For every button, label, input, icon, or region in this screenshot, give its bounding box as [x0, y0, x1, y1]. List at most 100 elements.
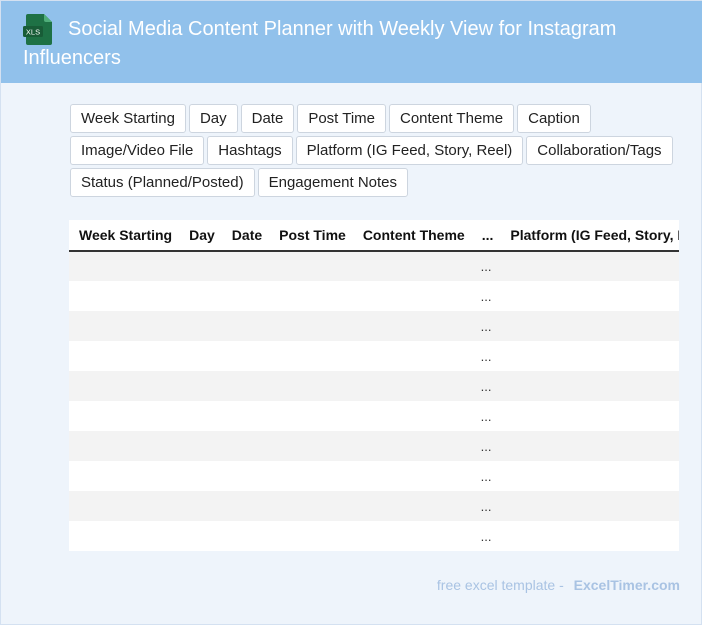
ellipsis-cell[interactable]: ... — [471, 371, 501, 401]
table-cell[interactable] — [352, 431, 472, 461]
column-header[interactable]: ... — [471, 220, 501, 252]
table-cell[interactable] — [221, 251, 270, 281]
ellipsis-cell[interactable]: ... — [471, 461, 501, 491]
table-cell[interactable] — [221, 371, 270, 401]
table-cell[interactable] — [221, 431, 270, 461]
ellipsis-cell[interactable]: ... — [471, 311, 501, 341]
ellipsis-cell[interactable]: ... — [471, 521, 501, 551]
table-cell[interactable] — [221, 401, 270, 431]
table-row: ... — [69, 431, 679, 461]
table-cell[interactable] — [500, 431, 679, 461]
field-chip[interactable]: Status (Planned/Posted) — [70, 168, 255, 197]
table-cell[interactable] — [352, 401, 472, 431]
table-cell[interactable] — [69, 251, 180, 281]
table-cell[interactable] — [221, 341, 270, 371]
table-cell[interactable] — [352, 251, 472, 281]
table-cell[interactable] — [269, 371, 353, 401]
field-chip[interactable]: Day — [188, 104, 238, 133]
field-chip[interactable]: Post Time — [297, 104, 386, 133]
table-cell[interactable] — [69, 491, 180, 521]
table-cell[interactable] — [179, 401, 222, 431]
table-cell[interactable] — [69, 311, 180, 341]
column-header[interactable]: Post Time — [269, 220, 353, 252]
table-cell[interactable] — [500, 251, 679, 281]
table-cell[interactable] — [221, 281, 270, 311]
table-cell[interactable] — [269, 311, 353, 341]
table-cell[interactable] — [221, 311, 270, 341]
field-chip[interactable]: Content Theme — [389, 104, 515, 133]
table-cell[interactable] — [179, 371, 222, 401]
ellipsis-cell[interactable]: ... — [471, 491, 501, 521]
table-cell[interactable] — [500, 341, 679, 371]
header-bar: XLS Social Media Content Planner with We… — [1, 1, 702, 83]
field-chip[interactable]: Week Starting — [70, 104, 186, 133]
table-cell[interactable] — [221, 521, 270, 551]
table-cell[interactable] — [69, 341, 180, 371]
table-cell[interactable] — [269, 461, 353, 491]
table-cell[interactable] — [69, 281, 180, 311]
table-cell[interactable] — [352, 341, 472, 371]
field-chip[interactable]: Hashtags — [207, 136, 293, 165]
ellipsis-cell[interactable]: ... — [471, 341, 501, 371]
table-cell[interactable] — [500, 311, 679, 341]
table-cell[interactable] — [352, 461, 472, 491]
table-cell[interactable] — [269, 521, 353, 551]
table-cell[interactable] — [179, 251, 222, 281]
column-header[interactable]: Day — [179, 220, 222, 252]
field-chip[interactable]: Platform (IG Feed, Story, Reel) — [295, 136, 524, 165]
table-cell[interactable] — [179, 461, 222, 491]
table-row: ... — [69, 371, 679, 401]
table-cell[interactable] — [179, 311, 222, 341]
table-cell[interactable] — [69, 521, 180, 551]
table-cell[interactable] — [269, 281, 353, 311]
table-cell[interactable] — [352, 281, 472, 311]
table-cell[interactable] — [69, 371, 180, 401]
field-chip[interactable]: Date — [240, 104, 295, 133]
table-cell[interactable] — [352, 491, 472, 521]
table-cell[interactable] — [352, 521, 472, 551]
table-cell[interactable] — [69, 461, 180, 491]
page-frame: XLS Social Media Content Planner with We… — [0, 0, 702, 625]
column-header[interactable]: Content Theme — [352, 220, 472, 252]
table-cell[interactable] — [269, 401, 353, 431]
table-cell[interactable] — [179, 281, 222, 311]
table-cell[interactable] — [269, 341, 353, 371]
table-cell[interactable] — [269, 431, 353, 461]
table-cell[interactable] — [500, 281, 679, 311]
table-cell[interactable] — [500, 521, 679, 551]
table-cell[interactable] — [500, 401, 679, 431]
field-chip[interactable]: Image/Video File — [70, 136, 205, 165]
field-chip[interactable]: Collaboration/Tags — [526, 136, 673, 165]
column-header[interactable]: Platform (IG Feed, Story, Reel) — [500, 220, 679, 252]
column-header[interactable]: Week Starting — [69, 220, 180, 252]
planner-table-container[interactable]: Week Starting Day Date Post Time Content The… — [69, 220, 679, 551]
table-cell[interactable] — [179, 521, 222, 551]
field-chip[interactable]: Caption — [517, 104, 591, 133]
field-chip[interactable]: Engagement Notes — [257, 168, 409, 197]
table-cell[interactable] — [500, 461, 679, 491]
column-header[interactable]: Date — [221, 220, 270, 252]
table-cell[interactable] — [269, 491, 353, 521]
ellipsis-cell[interactable]: ... — [471, 401, 501, 431]
table-cell[interactable] — [221, 491, 270, 521]
chip-row: Status (Planned/Posted) Engagement Notes — [70, 168, 690, 197]
table-cell[interactable] — [269, 251, 353, 281]
footer-brand-link[interactable]: ExcelTimer.com — [574, 577, 680, 593]
table-row: ... — [69, 521, 679, 551]
table-cell[interactable] — [221, 461, 270, 491]
planner-table: Week Starting Day Date Post Time Content The… — [69, 220, 679, 551]
table-cell[interactable] — [69, 431, 180, 461]
table-cell[interactable] — [179, 341, 222, 371]
table-cell[interactable] — [500, 491, 679, 521]
table-cell[interactable] — [352, 311, 472, 341]
table-row: ... — [69, 341, 679, 371]
table-row: ... — [69, 401, 679, 431]
ellipsis-cell[interactable]: ... — [471, 431, 501, 461]
ellipsis-cell[interactable]: ... — [471, 251, 501, 281]
table-cell[interactable] — [179, 431, 222, 461]
table-cell[interactable] — [179, 491, 222, 521]
table-cell[interactable] — [500, 371, 679, 401]
table-cell[interactable] — [69, 401, 180, 431]
table-cell[interactable] — [352, 371, 472, 401]
ellipsis-cell[interactable]: ... — [471, 281, 501, 311]
